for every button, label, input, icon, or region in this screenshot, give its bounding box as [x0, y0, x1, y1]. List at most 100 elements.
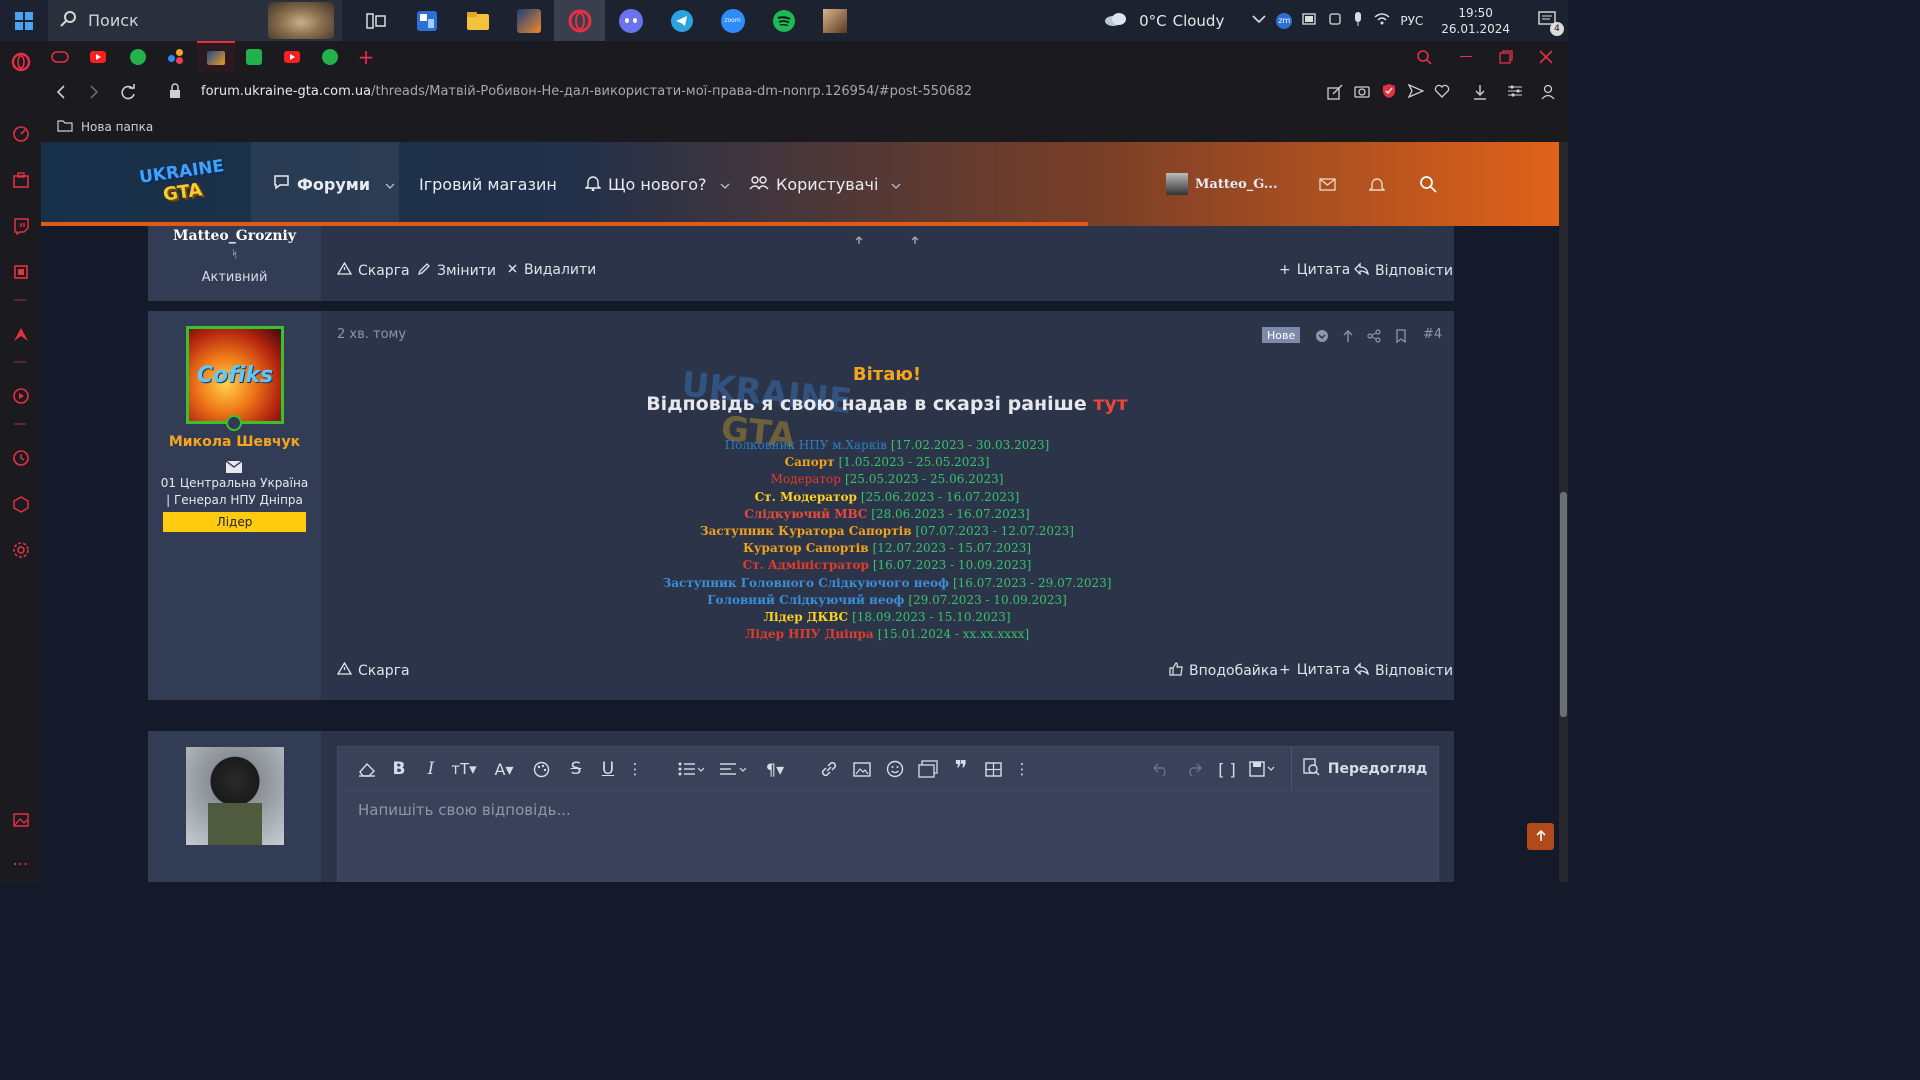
zoom-icon[interactable]: zoom — [707, 0, 758, 41]
adblock-shield-icon[interactable] — [1382, 83, 1396, 103]
weather-cloud-icon[interactable] — [1103, 11, 1129, 31]
microphone-icon[interactable] — [1352, 11, 1364, 31]
camera-tray-icon[interactable] — [1328, 12, 1342, 30]
chevron-down-icon[interactable] — [720, 175, 730, 194]
language-indicator[interactable]: РУС — [1400, 14, 1423, 28]
extensions-icon[interactable] — [10, 493, 31, 514]
redo-icon[interactable] — [1181, 747, 1207, 791]
quote-button[interactable]: + Цитата — [1279, 262, 1350, 278]
report-button[interactable]: Скарга — [336, 261, 410, 279]
inbox-envelope-icon[interactable] — [1319, 142, 1336, 226]
windows-start-icon[interactable] — [0, 0, 48, 41]
easy-setup-icon[interactable] — [1507, 84, 1523, 102]
snapshot-camera-icon[interactable] — [1354, 84, 1370, 102]
edit-button[interactable]: Змінити — [417, 262, 496, 280]
tab-green-square-icon[interactable] — [235, 41, 273, 72]
file-explorer-icon[interactable] — [452, 0, 503, 41]
list-icon[interactable] — [673, 747, 709, 791]
tab-gamepad-icon[interactable] — [41, 41, 79, 72]
prev-author[interactable]: Matteo_Grozniy — [148, 228, 321, 244]
link-icon[interactable] — [816, 747, 842, 791]
close-window-icon[interactable] — [1527, 41, 1565, 72]
current-user-avatar[interactable] — [186, 747, 284, 845]
aria-icon[interactable] — [10, 323, 31, 344]
underline-icon[interactable]: U — [595, 747, 621, 791]
favorite-heart-icon[interactable] — [1434, 84, 1450, 102]
bookmark-folder[interactable]: Нова папка — [57, 119, 153, 135]
font-size-icon[interactable]: тT▾ — [446, 747, 482, 791]
italic-icon[interactable]: I — [418, 747, 444, 791]
scroll-top-button[interactable] — [1527, 823, 1554, 850]
align-icon[interactable] — [716, 747, 750, 791]
image-icon[interactable] — [849, 747, 875, 791]
back-icon[interactable] — [55, 84, 67, 104]
smiley-icon[interactable] — [882, 747, 908, 791]
game-app-icon[interactable] — [809, 0, 860, 41]
opera-menu-icon[interactable] — [10, 51, 31, 72]
preview-button[interactable]: Передогляд — [1302, 747, 1427, 791]
nav-users[interactable]: Користувачі — [749, 142, 901, 226]
url-field[interactable]: forum.ukraine-gta.com.ua/threads/Матвій-… — [201, 84, 972, 99]
alerts-bell-icon[interactable] — [1369, 142, 1385, 226]
speed-dial-icon[interactable] — [10, 123, 31, 144]
opera-gx-icon[interactable] — [554, 0, 605, 41]
table-icon[interactable] — [980, 747, 1006, 791]
report-button[interactable]: Скарга — [336, 661, 410, 679]
history-icon[interactable] — [10, 447, 31, 468]
toggle-bbcode-icon[interactable]: [ ] — [1214, 747, 1240, 791]
battery-icon[interactable] — [1302, 12, 1318, 29]
discord-icon[interactable] — [605, 0, 656, 41]
send-icon[interactable] — [1407, 83, 1425, 102]
task-view-icon[interactable] — [350, 0, 401, 41]
nav-shop[interactable]: Ігровий магазин — [419, 142, 557, 226]
notifications-icon[interactable]: 4 — [1538, 10, 1564, 36]
tab-youtube-icon[interactable] — [273, 41, 311, 72]
settings-gear-icon[interactable] — [10, 539, 31, 560]
new-tab-plus-icon[interactable]: + — [347, 41, 385, 72]
nav-account[interactable]: Matteo_G... — [1166, 142, 1277, 226]
delete-button[interactable]: Видалити — [507, 262, 596, 278]
reply-textarea[interactable]: Напишіть свою відповідь... — [358, 801, 571, 819]
author-avatar[interactable]: Cofiks — [186, 326, 284, 424]
forum-logo[interactable]: UKRAINE GTA — [138, 156, 229, 208]
like-button[interactable]: Вподобайка — [1169, 662, 1278, 680]
spotify-icon[interactable] — [758, 0, 809, 41]
clock[interactable]: 19:50 26.01.2024 — [1441, 5, 1510, 37]
more-icon[interactable]: ⋯ — [10, 853, 31, 874]
tab-youtube-icon[interactable] — [79, 41, 117, 72]
zoom-tray-icon[interactable]: zm — [1276, 12, 1293, 29]
reply-button[interactable]: Відповісти — [1354, 662, 1453, 679]
forum-search-icon[interactable] — [1419, 142, 1437, 226]
nav-forums[interactable]: Форуми — [251, 142, 399, 226]
more-insert-options-icon[interactable]: ⋮ — [1015, 747, 1030, 791]
player-icon[interactable] — [10, 385, 31, 406]
tab-green-site-icon[interactable] — [311, 41, 349, 72]
tab-colorful-site-icon[interactable] — [157, 41, 195, 72]
tab-active-forum-icon[interactable] — [197, 41, 235, 72]
font-family-icon[interactable]: A▾ — [488, 747, 520, 791]
twitch-icon[interactable] — [10, 215, 31, 236]
weather-temp[interactable]: 0°C — [1139, 12, 1167, 30]
media-gallery-icon[interactable] — [915, 747, 941, 791]
telegram-icon[interactable] — [656, 0, 707, 41]
downloads-icon[interactable] — [1473, 84, 1487, 104]
author-name[interactable]: Микола Шевчук — [148, 434, 321, 450]
chevron-down-icon[interactable] — [891, 175, 901, 194]
color-palette-icon[interactable] — [528, 747, 554, 791]
tab-green-site-icon[interactable] — [119, 41, 157, 72]
answer-link[interactable]: тут — [1093, 393, 1127, 415]
strikethrough-icon[interactable]: S — [563, 747, 589, 791]
quote-block-icon[interactable]: ❞ — [948, 747, 974, 791]
reload-icon[interactable] — [119, 83, 137, 105]
gx-control-icon[interactable] — [10, 261, 31, 282]
minimize-icon[interactable] — [1447, 41, 1485, 72]
drafts-icon[interactable] — [1244, 747, 1280, 791]
nav-whats-new[interactable]: Що нового? — [584, 142, 730, 226]
share-icon[interactable] — [1327, 84, 1343, 104]
eraser-icon[interactable] — [352, 747, 382, 791]
bold-icon[interactable]: B — [386, 747, 412, 791]
weather-desc[interactable]: Cloudy — [1173, 12, 1225, 30]
page-scrollbar[interactable] — [1559, 142, 1568, 882]
game-launcher-icon[interactable] — [503, 0, 554, 41]
profile-icon[interactable] — [1541, 84, 1555, 104]
